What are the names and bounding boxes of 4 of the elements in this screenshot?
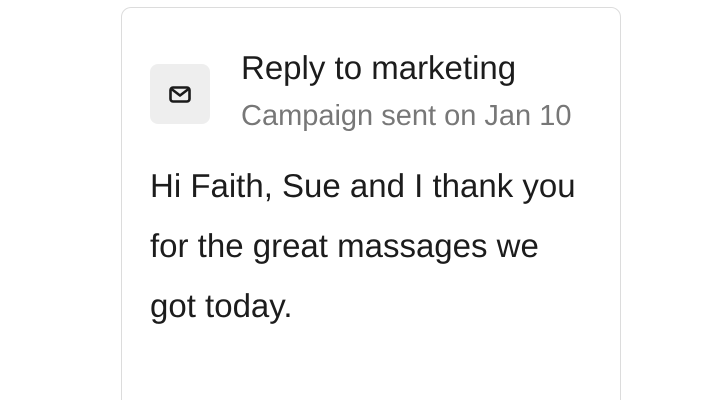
notification-subtitle: Campaign sent on Jan 10 <box>241 99 572 134</box>
notification-title: Reply to marketing <box>241 48 518 88</box>
notification-message: Hi Faith, Sue and I thank you for the great massages we got today. <box>150 166 577 326</box>
envelope-icon <box>150 64 210 124</box>
